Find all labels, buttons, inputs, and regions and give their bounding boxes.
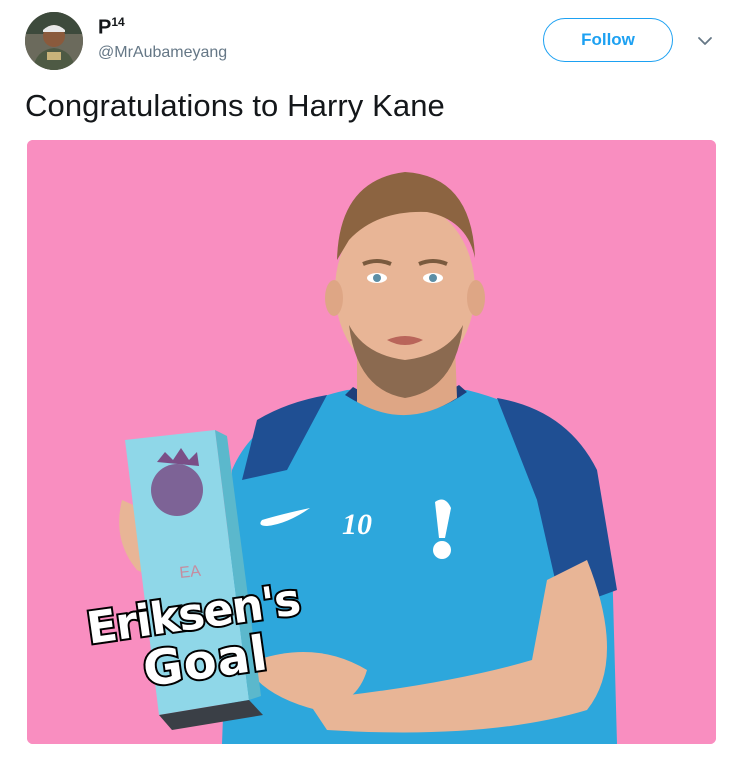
chevron-down-icon xyxy=(698,37,712,45)
tweet-text: Congratulations to Harry Kane xyxy=(25,88,445,123)
more-options-button[interactable] xyxy=(694,30,716,52)
tweet-header: P14 @MrAubameyang Follow xyxy=(0,0,750,80)
tweet-media-image[interactable]: 10 EA Eriksen's Goal xyxy=(27,140,716,744)
user-avatar-icon xyxy=(25,12,83,70)
display-name-superscript: 14 xyxy=(111,15,125,29)
user-handle[interactable]: @MrAubameyang xyxy=(98,44,227,62)
display-name[interactable]: P14 xyxy=(98,15,125,40)
trophy-logo: EA xyxy=(179,563,202,582)
player-photo: 10 EA Eriksen's Goal xyxy=(27,140,716,744)
shirt-number: 10 xyxy=(342,508,372,541)
follow-button[interactable]: Follow xyxy=(543,18,673,62)
avatar[interactable] xyxy=(25,12,83,70)
